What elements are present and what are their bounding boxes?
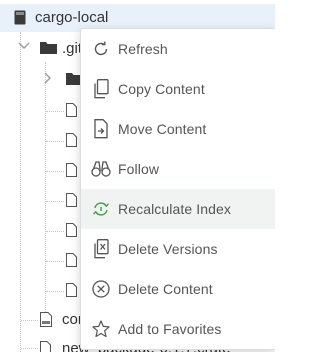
menu-item-delete-content[interactable]: Delete Content	[81, 269, 275, 309]
menu-item-add-to-favorites[interactable]: Add to Favorites	[81, 309, 275, 349]
menu-item-label: Recalculate Index	[118, 201, 231, 217]
delete-content-icon	[90, 278, 112, 300]
star-icon	[90, 318, 112, 340]
menu-item-label: Refresh	[118, 41, 168, 57]
menu-item-label: Follow	[118, 161, 160, 177]
menu-item-follow[interactable]: Follow	[81, 149, 275, 189]
menu-item-refresh[interactable]: Refresh	[81, 29, 275, 69]
file-icon	[66, 163, 77, 177]
recalculate-icon	[90, 198, 112, 220]
tree-connector	[46, 141, 64, 142]
repository-icon	[14, 10, 26, 25]
refresh-icon	[90, 38, 112, 60]
menu-item-label: Delete Versions	[118, 241, 218, 257]
tree-connector	[46, 291, 64, 292]
file-icon	[66, 133, 77, 147]
tree-root-label: cargo-local	[35, 9, 109, 26]
file-icon	[66, 103, 77, 117]
tree-connector	[46, 171, 64, 172]
tree-connector	[46, 231, 64, 232]
menu-item-move-content[interactable]: Move Content	[81, 109, 275, 149]
archive-file-icon	[40, 312, 52, 327]
menu-item-recalculate-index[interactable]: Recalculate Index	[81, 189, 275, 229]
menu-item-delete-versions[interactable]: Delete Versions	[81, 229, 275, 269]
menu-item-label: Add to Favorites	[118, 321, 222, 337]
menu-item-label: Copy Content	[118, 81, 205, 97]
binoculars-icon	[90, 158, 112, 180]
folder-icon	[40, 41, 57, 54]
menu-item-label: Delete Content	[118, 281, 213, 297]
tree-guide-line	[45, 62, 46, 312]
tree-git-label[interactable]: .git	[62, 40, 82, 57]
file-icon	[66, 223, 77, 237]
repository-browser: cargo-local .git cor Refresh Copy Conten…	[0, 0, 275, 352]
file-icon	[66, 283, 77, 297]
move-icon	[90, 118, 112, 140]
tree-connector	[46, 261, 64, 262]
context-menu: Refresh Copy Content Move Content Follow…	[80, 28, 275, 350]
menu-item-label: Move Content	[118, 121, 207, 137]
delete-versions-icon	[90, 238, 112, 260]
tree-connector	[21, 348, 38, 349]
tree-connector	[46, 111, 64, 112]
copy-icon	[90, 78, 112, 100]
file-icon	[40, 341, 51, 352]
chevron-right-icon[interactable]	[44, 72, 52, 84]
tree-guide-line	[20, 32, 21, 352]
tree-connector	[46, 201, 64, 202]
file-icon	[66, 193, 77, 207]
chevron-down-icon[interactable]	[18, 42, 30, 50]
tree-connector	[21, 320, 38, 321]
menu-item-copy-content[interactable]: Copy Content	[81, 69, 275, 109]
file-icon	[66, 253, 77, 267]
